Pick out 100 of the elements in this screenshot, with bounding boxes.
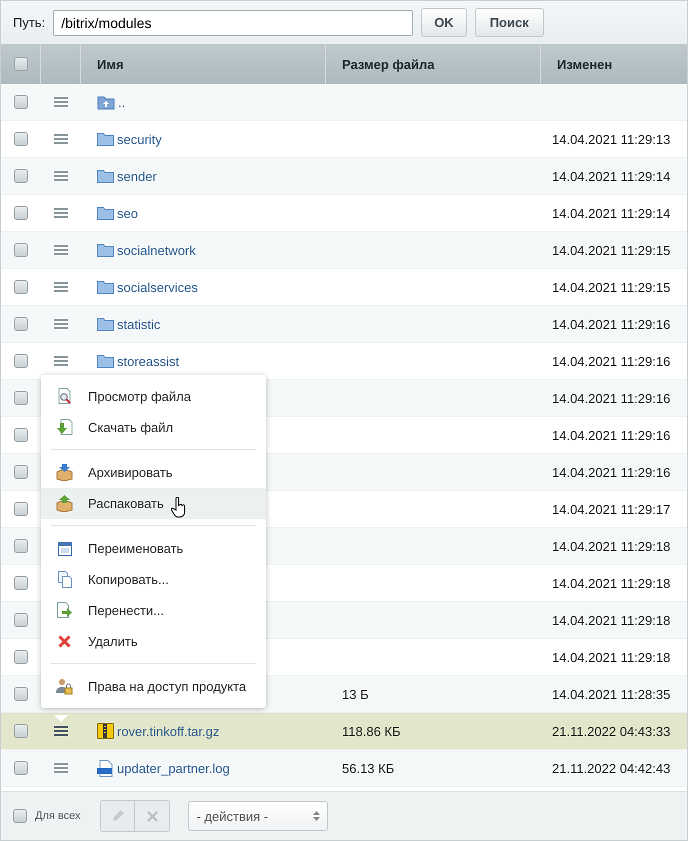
menu-item[interactable]: Архивировать <box>41 457 266 488</box>
checkbox[interactable] <box>13 809 27 823</box>
checkbox[interactable] <box>14 132 28 146</box>
menu-icon[interactable] <box>54 171 68 181</box>
edit-button[interactable] <box>101 801 136 831</box>
file-name[interactable]: socialnetwork <box>117 242 196 258</box>
menu-icon[interactable] <box>54 245 68 255</box>
modified-date: 14.04.2021 11:29:18 <box>552 538 670 554</box>
menu-icon[interactable] <box>54 356 68 366</box>
menu-pointer <box>54 715 68 722</box>
checkbox[interactable] <box>14 169 28 183</box>
file-name[interactable]: socialservices <box>117 280 198 294</box>
checkbox[interactable] <box>14 576 28 590</box>
menu-icon[interactable] <box>54 282 68 292</box>
file-name[interactable]: updater_partner.log <box>117 760 230 776</box>
file-name[interactable]: storeassist <box>117 354 180 368</box>
checkbox[interactable] <box>14 243 28 257</box>
file-size: 13 Б <box>342 686 369 702</box>
modified-date: 14.04.2021 11:29:13 <box>552 132 670 146</box>
modified-date: 21.11.2022 04:43:33 <box>552 724 670 738</box>
page-arrow-icon <box>56 602 73 619</box>
modified-date: 14.04.2021 11:29:15 <box>552 242 670 258</box>
checkbox[interactable] <box>14 57 28 71</box>
modified-date: 14.04.2021 11:29:18 <box>552 650 670 664</box>
download-page-icon <box>56 419 72 436</box>
checkbox[interactable] <box>14 687 28 701</box>
magnifier-page-icon <box>56 388 72 405</box>
menu-icon[interactable] <box>54 208 68 218</box>
menu-icon[interactable] <box>54 134 68 144</box>
copy-icon <box>56 571 72 588</box>
file-name[interactable]: statistic <box>117 316 160 332</box>
modified-date: 14.04.2021 11:29:18 <box>552 612 670 628</box>
folder-icon <box>97 132 114 146</box>
path-field[interactable]: /bitrix/modules <box>53 10 414 36</box>
modified-date: 21.11.2022 04:42:43 <box>552 760 670 776</box>
menu-item[interactable]: Права на доступ продукта <box>41 671 266 702</box>
checkbox[interactable] <box>14 354 28 368</box>
modified-date: 14.04.2021 11:28:35 <box>552 686 670 702</box>
file-size: 118.86 КБ <box>342 724 401 738</box>
menu-item[interactable]: Скачать файл <box>41 412 266 443</box>
select-all-label: Для всех <box>35 810 80 822</box>
file-name[interactable]: sender <box>117 168 157 184</box>
menu-item[interactable]: Переименовать <box>41 533 266 564</box>
path-label: Путь: <box>13 15 46 30</box>
checkbox[interactable] <box>14 465 28 479</box>
delete-button[interactable] <box>135 801 170 831</box>
delete-icon <box>58 635 71 648</box>
column-header[interactable]: Изменен <box>541 44 687 84</box>
hand-cursor-icon <box>171 497 187 519</box>
modified-date: 14.04.2021 11:29:16 <box>552 428 670 442</box>
modified-date: 14.04.2021 11:29:16 <box>552 354 670 368</box>
folder-icon <box>97 354 114 368</box>
modified-date: 14.04.2021 11:29:17 <box>552 502 670 516</box>
box-arrow-down-icon <box>56 464 73 481</box>
menu-item[interactable]: Копировать... <box>41 564 266 595</box>
folder-icon <box>97 280 114 294</box>
folder-icon <box>97 317 114 331</box>
pencil-icon <box>110 809 125 823</box>
modified-date: 14.04.2021 11:29:15 <box>552 280 670 294</box>
checkbox[interactable] <box>14 724 28 738</box>
menu-item[interactable]: Перенести... <box>41 595 266 626</box>
file-name[interactable]: seo <box>117 206 138 220</box>
checkbox[interactable] <box>14 317 28 331</box>
menu-item[interactable]: Распаковать <box>41 488 266 519</box>
checkbox[interactable] <box>14 428 28 442</box>
search-button[interactable]: Поиск <box>474 8 544 37</box>
checkbox[interactable] <box>14 280 28 294</box>
ok-button[interactable]: OK <box>421 8 467 37</box>
menu-icon[interactable] <box>54 97 68 107</box>
menu-item[interactable]: Просмотр файла <box>41 381 266 412</box>
checkbox[interactable] <box>14 613 28 627</box>
folder-icon <box>97 243 114 257</box>
user-lock-icon <box>56 678 73 695</box>
file-name[interactable]: security <box>117 132 162 146</box>
modified-date: 14.04.2021 11:29:16 <box>552 316 670 332</box>
modified-date: 14.04.2021 11:29:14 <box>552 206 670 220</box>
file-name[interactable]: rover.tinkoff.tar.gz <box>117 724 220 738</box>
checkbox[interactable] <box>14 539 28 553</box>
modified-date: 14.04.2021 11:29:18 <box>552 576 670 590</box>
folder-icon <box>97 169 114 183</box>
file-name[interactable]: .. <box>118 94 126 110</box>
window-icon <box>56 540 72 556</box>
checkbox[interactable] <box>14 391 28 405</box>
checkbox[interactable] <box>14 650 28 664</box>
file-icon <box>97 760 114 776</box>
checkbox[interactable] <box>14 502 28 516</box>
modified-date: 14.04.2021 11:29:16 <box>552 464 670 480</box>
menu-icon[interactable] <box>54 763 68 773</box>
menu-icon[interactable] <box>54 319 68 329</box>
menu-icon[interactable] <box>54 726 68 736</box>
updown-icon <box>313 810 320 822</box>
file-size: 56.13 КБ <box>342 760 394 776</box>
actions-dropdown[interactable]: - действия - <box>188 801 328 831</box>
box-arrow-up-icon <box>56 495 73 512</box>
checkbox[interactable] <box>14 761 28 775</box>
close-icon <box>146 810 158 822</box>
menu-item[interactable]: Удалить <box>41 626 266 657</box>
checkbox[interactable] <box>14 95 28 109</box>
modified-date: 14.04.2021 11:29:16 <box>552 390 670 406</box>
checkbox[interactable] <box>14 206 28 220</box>
